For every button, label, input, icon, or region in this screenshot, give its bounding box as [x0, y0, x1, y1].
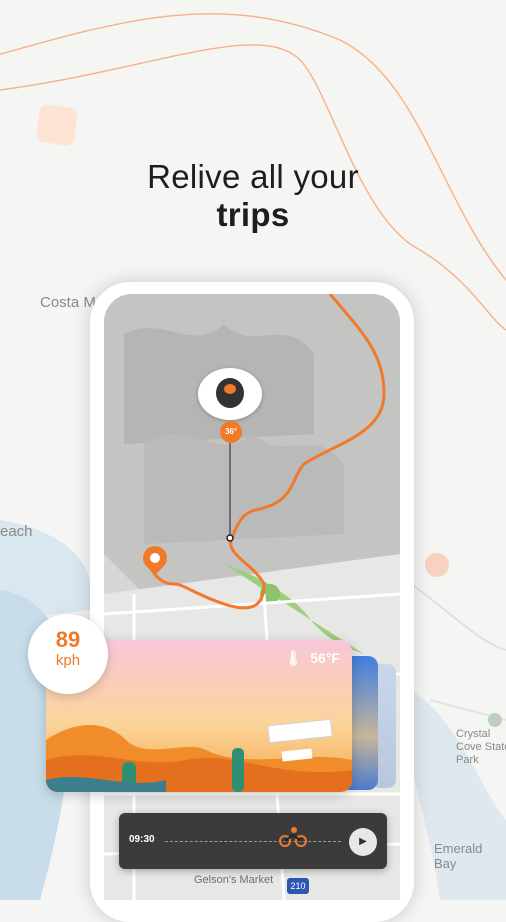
temperature-value: 56°F [310, 650, 340, 666]
speed-badge: 89 kph [28, 614, 108, 694]
decorative-square [35, 103, 79, 147]
map-label-bay: Emerald Bay [434, 841, 483, 871]
map-label-beach: each [0, 523, 33, 540]
map-label-costa: Costa M [40, 294, 96, 311]
map-label-park: Crystal Cove State Park [456, 728, 506, 766]
thermometer-icon: 🌡 [284, 650, 303, 666]
street-label-market: Gelson's Market [194, 874, 274, 886]
playback-time: 09:30 [129, 834, 155, 845]
rider-progress-icon [279, 825, 307, 847]
speed-unit: kph [55, 652, 81, 669]
playback-bar[interactable]: 09:30 ▶ [119, 813, 387, 869]
headline-line2: trips [216, 196, 290, 233]
headline: Relive all your trips [0, 158, 506, 234]
ride-marker-badge: 36° [220, 421, 242, 443]
route-shield: 210 [287, 878, 309, 894]
playback-track[interactable] [165, 841, 341, 842]
rider-helmet-icon [224, 384, 236, 394]
weather-temperature: 🌡 56°F [285, 650, 340, 667]
play-button[interactable]: ▶ [349, 828, 377, 856]
speed-value: 89 [55, 627, 81, 652]
rider-avatar[interactable] [198, 368, 262, 420]
headline-line1: Relive all your [147, 158, 359, 195]
